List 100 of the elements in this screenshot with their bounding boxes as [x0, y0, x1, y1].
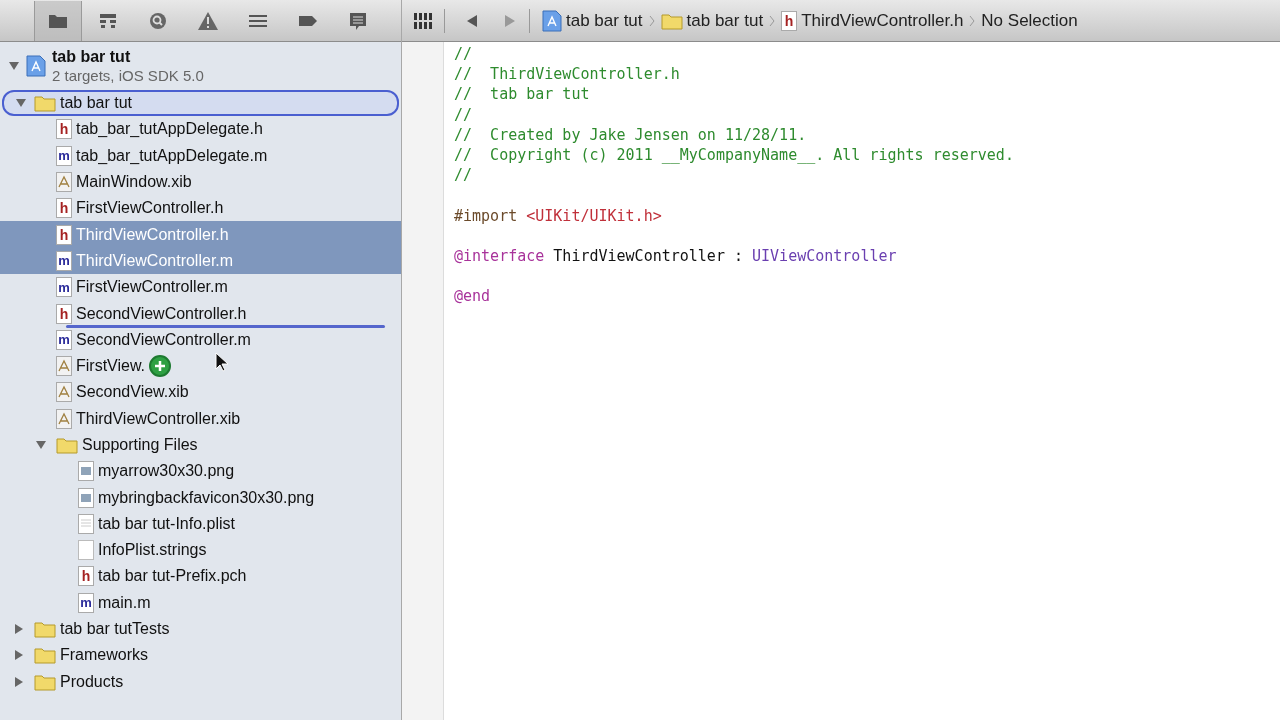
- expanded-triangle-icon[interactable]: [35, 439, 47, 451]
- file-name: FirstViewController.h: [76, 198, 224, 219]
- project-subtitle: 2 targets, iOS SDK 5.0: [52, 66, 204, 85]
- breadcrumb-item[interactable]: h ThirdViewController.h: [781, 7, 964, 34]
- file-name: FirstViewController.m: [76, 277, 228, 298]
- header-file-icon: h: [78, 566, 94, 587]
- project-name[interactable]: tab bar tut: [52, 47, 204, 66]
- source-file-icon: m: [56, 329, 72, 350]
- collapsed-triangle-icon[interactable]: [13, 649, 25, 662]
- group-label: tab bar tut: [60, 93, 133, 114]
- breadcrumb-item[interactable]: tab bar tut: [542, 7, 643, 34]
- code-token: //: [454, 105, 473, 124]
- file-row[interactable]: ThirdViewController.xib: [0, 405, 401, 432]
- breadcrumb-item[interactable]: tab bar tut: [660, 7, 764, 34]
- folder-tab[interactable]: [34, 0, 82, 41]
- interface-file-icon: [56, 408, 72, 429]
- chevron-icon: [769, 14, 776, 27]
- code-token: //: [454, 166, 473, 185]
- source-file-icon: m: [56, 250, 72, 271]
- file-row[interactable]: tab bar tut-Info.plist: [0, 510, 401, 538]
- folder-icon: [34, 646, 56, 665]
- source-file-icon: m: [56, 277, 72, 298]
- list-file-icon: [78, 513, 94, 534]
- file-row[interactable]: m SecondViewController.m: [0, 326, 401, 353]
- code-token: // tab bar tut: [454, 85, 590, 104]
- image-file-icon: [78, 487, 94, 508]
- code-token: <UIKit/UIKit.h>: [526, 206, 662, 225]
- chevron-icon: [648, 14, 655, 27]
- interface-file-icon: [56, 172, 72, 193]
- file-name: tab_bar_tutAppDelegate.h: [76, 119, 263, 140]
- file-name: tab bar tut-Prefix.pch: [98, 566, 247, 587]
- code-token: #import: [454, 206, 519, 225]
- file-row[interactable]: myarrow30x30.png: [0, 458, 401, 485]
- breadcrumb-item[interactable]: No Selection: [981, 7, 1078, 34]
- file-row[interactable]: FirstView.: [0, 352, 401, 380]
- mouse-pointer-icon: [215, 352, 229, 372]
- file-row[interactable]: h tab_bar_tutAppDelegate.h: [0, 116, 401, 143]
- group-label: Supporting Files: [82, 435, 198, 455]
- folder-icon: [660, 11, 683, 30]
- breadcrumb-label[interactable]: tab bar tut: [686, 7, 764, 34]
- code-token: @interface: [454, 246, 545, 265]
- folder-icon: [34, 672, 56, 691]
- source-file-icon: m: [78, 592, 94, 613]
- group-row[interactable]: Supporting Files: [0, 431, 401, 459]
- collapsed-triangle-icon[interactable]: [13, 623, 25, 636]
- file-row[interactable]: mybringbackfavicon30x30.png: [0, 484, 401, 511]
- file-row[interactable]: h FirstViewController.h: [0, 195, 401, 222]
- code-token: // Copyright (c) 2011 __MyCompanyName__. All rights reserved.: [454, 145, 1014, 164]
- file-row[interactable]: m tab_bar_tutAppDelegate.m: [0, 142, 401, 169]
- file-row[interactable]: m ThirdViewController.m: [0, 247, 401, 275]
- group-row[interactable]: Frameworks: [0, 642, 401, 669]
- file-row[interactable]: h tab bar tut-Prefix.pch: [0, 563, 401, 590]
- code-token: // Created by Jake Jensen on 11/28/11.: [454, 125, 807, 144]
- file-name: SecondViewController.m: [76, 329, 251, 350]
- expanded-triangle-icon[interactable]: [8, 60, 20, 72]
- file-name: ThirdViewController.m: [76, 250, 234, 271]
- warning-icon: [197, 10, 219, 31]
- file-name: SecondViewController.h: [76, 303, 247, 324]
- chevron-icon: [969, 14, 976, 27]
- header-file-icon: h: [781, 10, 798, 31]
- file-row[interactable]: MainWindow.xib: [0, 168, 401, 196]
- group-row[interactable]: Products: [0, 668, 401, 695]
- file-row[interactable]: SecondView.xib: [0, 379, 401, 406]
- file-row[interactable]: m FirstViewController.m: [0, 274, 401, 301]
- interface-file-icon: [56, 382, 72, 403]
- file-name: mybringbackfavicon30x30.png: [98, 487, 315, 508]
- file-row[interactable]: InfoPlist.strings: [0, 537, 401, 564]
- file-name: tab bar tut-Info.plist: [98, 513, 235, 534]
- related-files-icon[interactable]: [414, 12, 432, 29]
- header-file-icon: h: [56, 303, 72, 324]
- file-row[interactable]: h ThirdViewController.h: [0, 221, 401, 248]
- file-name: ThirdViewController.xib: [76, 408, 241, 429]
- code-token: // ThirdViewController.h: [454, 65, 680, 84]
- back-icon[interactable]: [465, 13, 479, 28]
- code-token: //: [454, 45, 473, 63]
- file-name: tab_bar_tutAppDelegate.m: [76, 145, 268, 166]
- collapsed-triangle-icon[interactable]: [13, 675, 25, 688]
- interface-file-icon: [56, 356, 72, 377]
- file-name: main.m: [98, 592, 151, 613]
- breadcrumb-label[interactable]: tab bar tut: [566, 7, 643, 34]
- header-file-icon: h: [56, 224, 72, 245]
- header-file-icon: h: [56, 119, 72, 140]
- file-name: FirstView.: [76, 356, 146, 377]
- file-name: InfoPlist.strings: [98, 540, 207, 561]
- image-file-icon: [78, 461, 94, 482]
- file-name: myarrow30x30.png: [98, 461, 235, 482]
- speech-bubble-icon: [347, 10, 369, 31]
- group-label: tab bar tutTests: [60, 619, 170, 640]
- file-row[interactable]: m main.m: [0, 589, 401, 616]
- file-row[interactable]: h SecondViewController.h: [0, 300, 401, 327]
- group-row[interactable]: tab bar tutTests: [0, 615, 401, 643]
- group-label: Products: [60, 671, 124, 692]
- file-name: MainWindow.xib: [76, 172, 192, 193]
- file-name: SecondView.xib: [76, 382, 189, 403]
- code-token: UIViewController: [752, 246, 897, 265]
- search-icon: [147, 10, 169, 31]
- group-row[interactable]: tab bar tut: [2, 90, 399, 117]
- breadcrumb-label[interactable]: ThirdViewController.h: [801, 7, 964, 34]
- folder-icon: [34, 94, 56, 113]
- blank-file-icon: [78, 540, 94, 561]
